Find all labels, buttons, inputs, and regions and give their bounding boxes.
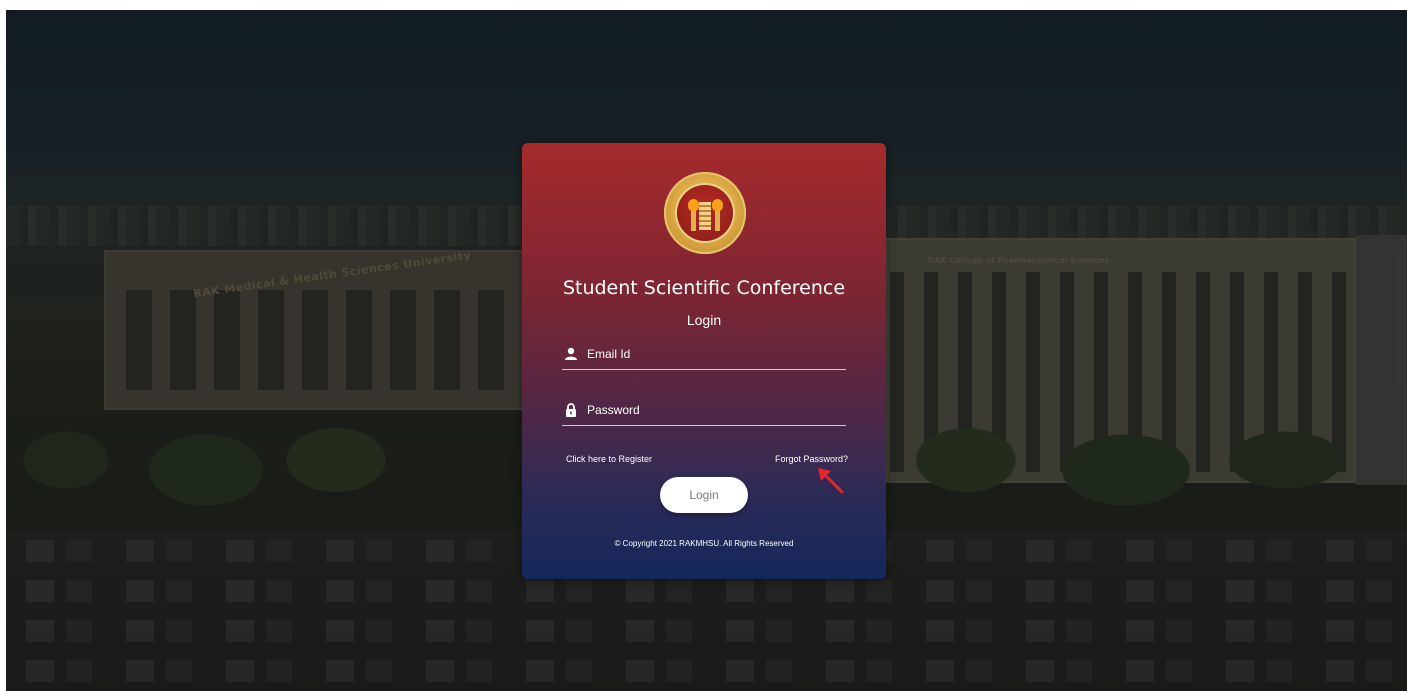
password-input[interactable] bbox=[587, 399, 837, 421]
register-link[interactable]: Click here to Register bbox=[566, 454, 652, 464]
copyright-text: © Copyright 2021 RAKMHSU. All Rights Res… bbox=[614, 539, 794, 548]
login-subtitle: Login bbox=[686, 312, 722, 328]
forgot-password-link[interactable]: Forgot Password? bbox=[775, 454, 848, 464]
email-input[interactable] bbox=[587, 343, 837, 365]
page-title: Student Scientific Conference bbox=[562, 277, 846, 299]
torch-left-icon bbox=[688, 199, 699, 231]
password-field bbox=[562, 397, 846, 426]
login-button[interactable]: Login bbox=[660, 477, 748, 513]
university-seal-icon bbox=[664, 172, 746, 254]
seal-center bbox=[677, 185, 733, 241]
tower-icon bbox=[699, 202, 711, 230]
email-field bbox=[562, 341, 846, 370]
lock-icon bbox=[566, 403, 576, 417]
torch-right-icon bbox=[712, 199, 723, 231]
login-card: Student Scientific Conference Login Clic… bbox=[522, 143, 886, 579]
user-icon bbox=[565, 347, 577, 360]
